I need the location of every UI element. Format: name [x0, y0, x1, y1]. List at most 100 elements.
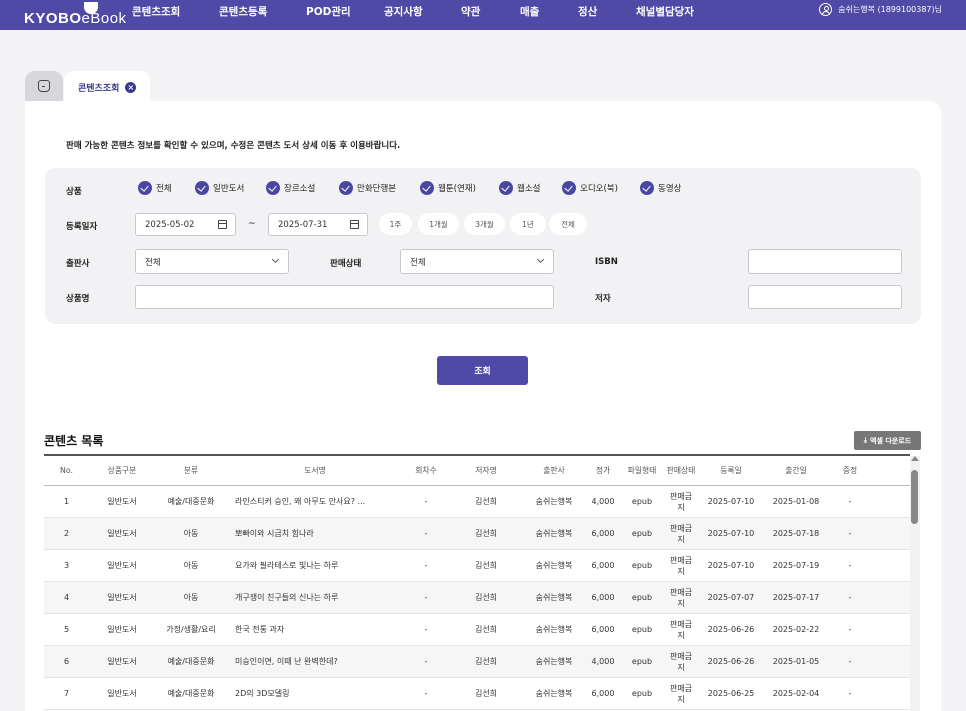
table-row[interactable]: 6 일반도서 예술/대중문화 미승인이면, 이때 난 완벽한데? - 김선희 숨쉬는행복 4,… [44, 646, 910, 678]
excel-download-button[interactable]: ⤓ 엑셀 다운로드 [854, 431, 921, 450]
table-row[interactable]: 7 일반도서 예술/대중문화 2D의 3D모델링 - 김선희 숨쉬는행복 6,000 epub 판… [44, 678, 910, 710]
nav-item-content-register[interactable]: 콘텐츠등록 [219, 4, 267, 19]
cell-book-title[interactable]: 개구쟁이 친구들의 신나는 하루 [227, 592, 403, 603]
date-from-input[interactable]: 2025-05-02 [135, 213, 236, 236]
cell-sales-status: 판매금지 [669, 651, 693, 672]
column-header-file-format: 파일형태 [627, 465, 657, 475]
product-option-video[interactable]: 동영상 [640, 181, 681, 195]
date-to-input[interactable]: 2025-07-31 [268, 213, 368, 236]
table-row[interactable]: 3 일반도서 아동 요가와 필라테스로 빛나는 하루 - 김선희 숨쉬는행복 6,000 epu… [44, 550, 910, 582]
cell-sales-status: 판매금지 [669, 683, 693, 704]
cell-no: 4 [63, 593, 70, 602]
search-button[interactable]: 조회 [437, 356, 528, 385]
period-1week-button[interactable]: 1주 [379, 213, 412, 235]
cell-sales-status: 판매금지 [669, 619, 693, 640]
nav-item-channel-manager[interactable]: 채널별담당자 [636, 4, 694, 19]
tab-label: 콘텐츠조회 [78, 83, 120, 94]
cell-category: 아동 [183, 561, 199, 570]
cell-book-title[interactable]: 한국 전통 과자 [227, 624, 403, 635]
product-option-genre-novel[interactable]: 장르소설 [266, 181, 315, 195]
product-option-comics[interactable]: 만화단행본 [339, 181, 396, 195]
check-icon [266, 181, 280, 195]
period-all-button[interactable]: 전체 [549, 213, 587, 235]
cell-book-title[interactable]: 뽀빠이와 시금치 힘나라 [227, 528, 403, 539]
nav-item-terms[interactable]: 약관 [461, 4, 480, 19]
nav-item-pod[interactable]: POD관리 [306, 4, 351, 19]
table-row[interactable]: 5 일반도서 가정/생활/요리 한국 전통 과자 - 김선희 숨쉬는행복 6,000 epub 판… [44, 614, 910, 646]
cell-file-format: epub [631, 529, 653, 538]
cell-book-title[interactable]: 라인스티커 승인, 왜 아무도 안사요? ... [227, 496, 403, 507]
product-option-audio[interactable]: 오디오(북) [562, 181, 618, 195]
cell-product-type: 일반도서 [107, 529, 137, 538]
publisher-select[interactable]: 전체 [135, 249, 289, 274]
table-row[interactable]: 2 일반도서 아동 뽀빠이와 시금치 힘나라 - 김선희 숨쉬는행복 6,000 epub 판매금… [44, 518, 910, 550]
publisher-select-value: 전체 [145, 257, 161, 268]
isbn-input[interactable] [748, 249, 902, 274]
table-row[interactable]: 4 일반도서 아동 개구쟁이 친구들의 신나는 하루 - 김선희 숨쉬는행복 6,000 epu… [44, 582, 910, 614]
product-option-label: 웹툰(연재) [438, 184, 476, 194]
cell-no: 1 [63, 497, 70, 506]
date-from-value: 2025-05-02 [145, 219, 195, 230]
nav-item-settlement[interactable]: 정산 [578, 4, 597, 19]
sales-status-label: 판매상태 [330, 259, 362, 269]
tab-home[interactable] [25, 71, 63, 101]
column-header-episodes: 회차수 [415, 465, 437, 475]
cell-gift: - [848, 625, 852, 634]
product-option-label: 장르소설 [284, 184, 316, 194]
cell-gift: - [848, 561, 852, 570]
user-menu[interactable]: 숨쉬는행복 (1899100387)님 [819, 3, 942, 16]
cell-publisher: 숨쉬는행복 [535, 497, 573, 506]
sales-status-select[interactable]: 전체 [400, 249, 554, 274]
cell-publisher: 숨쉬는행복 [535, 625, 573, 634]
cell-book-title[interactable]: 2D의 3D모델링 [227, 688, 403, 699]
cell-registered-date: 2025-07-10 [707, 529, 755, 538]
tab-content-search[interactable]: 콘텐츠조회 × [64, 71, 150, 103]
cell-sales-status: 판매금지 [669, 491, 693, 512]
cell-price: 6,000 [591, 625, 615, 634]
check-icon [562, 181, 576, 195]
period-1year-button[interactable]: 1년 [510, 213, 546, 235]
cell-file-format: epub [631, 593, 653, 602]
cell-file-format: epub [631, 657, 653, 666]
scroll-up-arrow-icon[interactable] [911, 456, 919, 461]
check-icon [195, 181, 209, 195]
table-row[interactable]: 1 일반도서 예술/대중문화 라인스티커 승인, 왜 아무도 안사요? ... - 김선희… [44, 486, 910, 518]
cell-sales-status: 판매금지 [669, 555, 693, 576]
nav-item-sales[interactable]: 매출 [520, 4, 539, 19]
product-option-webtoon[interactable]: 웹툰(연재) [420, 181, 476, 195]
product-option-all[interactable]: 전체 [138, 181, 172, 195]
period-1month-button[interactable]: 1개월 [418, 213, 459, 235]
cell-registered-date: 2025-07-10 [707, 497, 755, 506]
cell-category: 예술/대중문화 [167, 689, 215, 698]
calendar-icon[interactable] [218, 220, 227, 229]
chevron-down-icon [271, 255, 280, 264]
cell-episodes: - [424, 657, 428, 666]
cell-no: 5 [63, 625, 70, 634]
cell-author: 김선희 [474, 625, 498, 634]
cell-author: 김선희 [474, 497, 498, 506]
cell-registered-date: 2025-07-10 [707, 561, 755, 570]
close-icon[interactable]: × [125, 81, 137, 93]
column-header-price: 정가 [595, 465, 611, 475]
product-option-webnovel[interactable]: 웹소설 [499, 181, 540, 195]
cell-gift: - [848, 689, 852, 698]
column-header-book-title: 도서명 [304, 465, 326, 475]
cell-book-title[interactable]: 미승인이면, 이때 난 완벽한데? [227, 656, 403, 667]
cell-price: 4,000 [591, 657, 615, 666]
nav-item-content-search[interactable]: 콘텐츠조회 [132, 4, 180, 19]
product-option-general-book[interactable]: 일반도서 [195, 181, 244, 195]
scrollbar-thumb[interactable] [911, 470, 918, 524]
cell-price: 6,000 [591, 689, 615, 698]
author-input[interactable] [748, 285, 902, 309]
cell-book-title[interactable]: 요가와 필라테스로 빛나는 하루 [227, 560, 403, 571]
cell-product-type: 일반도서 [107, 689, 137, 698]
period-3month-button[interactable]: 3개월 [464, 213, 505, 235]
table-header-row: No. 상품구분 분류 도서명 회차수 저자명 출판사 정가 파일형태 판매상태 등록일 출간일 증정 [44, 455, 910, 486]
product-option-label: 동영상 [658, 184, 682, 194]
logo-text-bold: KYOBO [24, 10, 82, 27]
kyobo-ebook-logo[interactable]: KYOBOeBook [24, 2, 127, 27]
title-input[interactable] [135, 285, 554, 309]
nav-item-notice[interactable]: 공지사항 [384, 4, 423, 19]
cell-product-type: 일반도서 [107, 561, 137, 570]
calendar-icon[interactable] [350, 220, 359, 229]
